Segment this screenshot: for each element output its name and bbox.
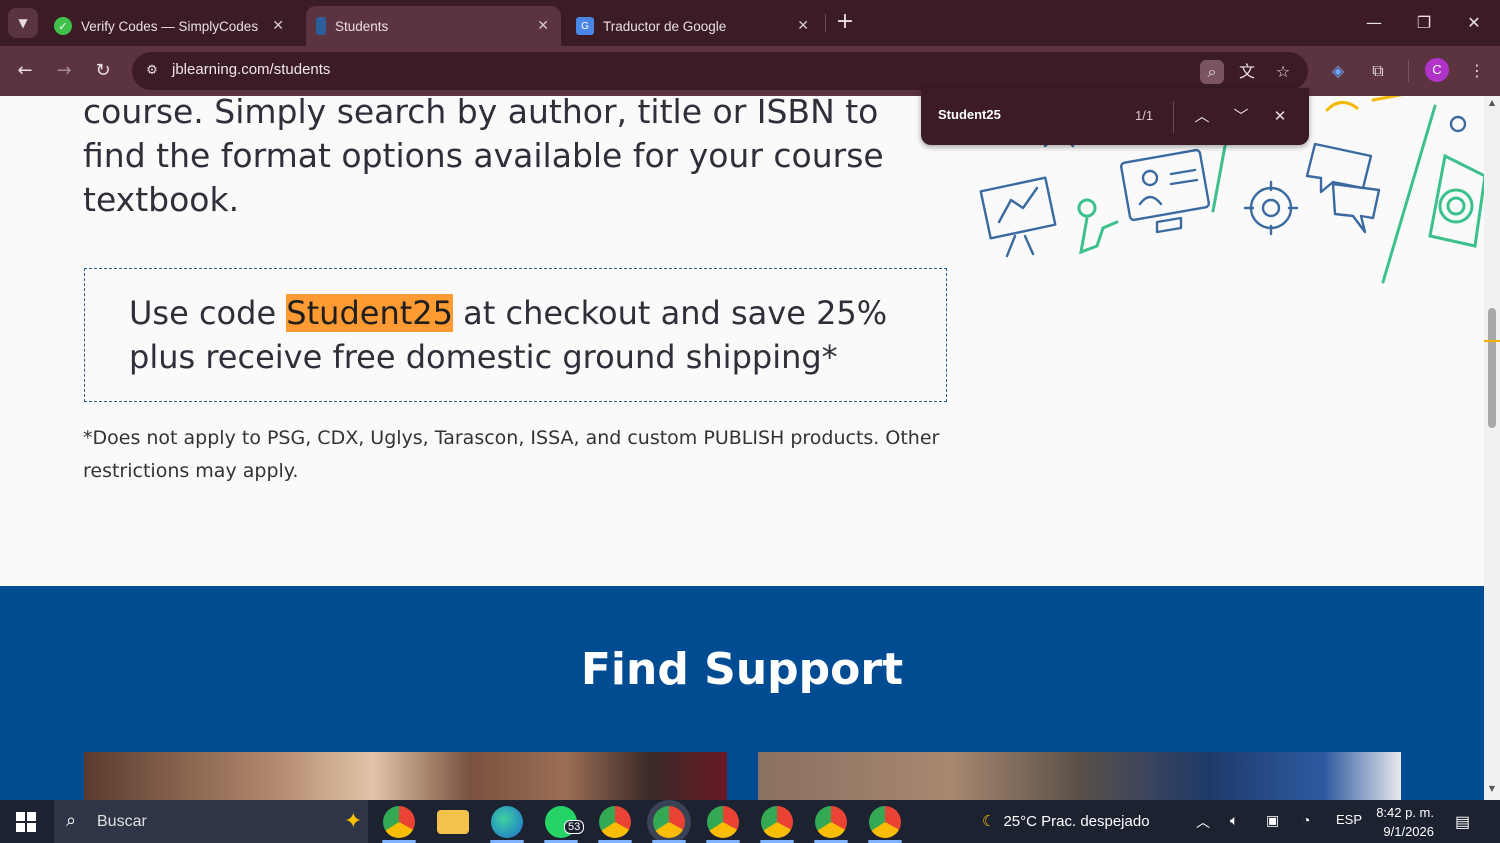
tab-separator xyxy=(825,14,826,32)
tab-google-translate[interactable]: G Traductor de Google ✕ xyxy=(566,6,821,46)
forward-arrow-icon[interactable]: → xyxy=(49,56,79,86)
promo-text: Use code Student25 at checkout and save … xyxy=(129,291,929,379)
close-window-icon[interactable]: ✕ xyxy=(1459,8,1489,38)
weather-text: 25°C Prac. despejado xyxy=(1003,813,1150,830)
find-match-count: 1/1 xyxy=(1135,108,1154,123)
system-clock[interactable]: 8:42 p. m. 9/1/2026 xyxy=(1372,803,1434,841)
menu-kebab-icon[interactable]: ⋮ xyxy=(1464,58,1490,84)
chrome-app-icon[interactable] xyxy=(383,806,415,838)
taskbar-search[interactable]: ⌕ Buscar ✦ xyxy=(54,800,368,843)
chevron-down-icon: ▼ xyxy=(18,16,28,30)
tab-students[interactable]: Students ✕ xyxy=(306,6,561,46)
promo-prefix: Use code xyxy=(129,294,287,332)
meet-now-icon[interactable]: ▣ xyxy=(1266,812,1279,829)
promo-code-box: Use code Student25 at checkout and save … xyxy=(84,268,947,402)
weather-widget[interactable]: ☾ 25°C Prac. despejado xyxy=(982,812,1150,830)
promo-code-highlight: Student25 xyxy=(286,294,453,332)
taskbar-search-placeholder: Buscar xyxy=(97,813,147,830)
notifications-icon[interactable]: ▤ xyxy=(1455,812,1470,832)
support-photo-person[interactable] xyxy=(758,752,1401,800)
scroll-down-arrow-icon[interactable]: ▼ xyxy=(1487,784,1497,793)
search-icon: ⌕ xyxy=(66,810,77,830)
tab-search-button[interactable]: ▼ xyxy=(8,8,38,38)
wifi-icon[interactable]: ◔ xyxy=(1302,812,1310,828)
page-content: course. Simply search by author, title o… xyxy=(0,96,1484,800)
file-explorer-icon[interactable] xyxy=(437,810,469,834)
profile-avatar[interactable]: C xyxy=(1425,58,1449,82)
volume-icon[interactable]: 🔈︎ xyxy=(1230,812,1238,829)
close-find-icon[interactable]: ✕ xyxy=(1268,104,1292,128)
clock-time: 8:42 p. m. xyxy=(1376,805,1434,820)
find-result-marker xyxy=(1484,340,1500,342)
tab-strip: ▼ ✓ Verify Codes — SimplyCodes ✕ Student… xyxy=(0,0,1500,46)
find-bar: Student25 1/1 ︿ ﹀ ✕ xyxy=(921,88,1309,145)
support-photo-students[interactable] xyxy=(84,752,727,800)
weather-moon-icon: ☾ xyxy=(982,813,996,830)
extensions-puzzle-icon[interactable]: ⧉ xyxy=(1365,58,1391,84)
page-scrollbar[interactable]: ▲ ▼ xyxy=(1484,96,1500,800)
close-tab-icon[interactable]: ✕ xyxy=(537,17,549,34)
chrome-profile-icon[interactable] xyxy=(761,806,793,838)
chrome-profile-active-icon[interactable] xyxy=(653,806,685,838)
show-hidden-icons-chevron-icon[interactable]: ︿ xyxy=(1196,812,1210,832)
bitwarden-shield-icon[interactable]: ◈ xyxy=(1325,58,1351,84)
whatsapp-unread-badge: 53 xyxy=(564,820,585,834)
restore-icon[interactable]: ❐ xyxy=(1409,8,1439,38)
tab-title: Traductor de Google xyxy=(603,18,727,34)
copilot-sparkle-icon: ✦ xyxy=(344,808,363,833)
simplycodes-favicon-icon: ✓ xyxy=(54,17,72,35)
reload-icon[interactable]: ↻ xyxy=(88,56,118,86)
site-info-icon[interactable]: ⚙ xyxy=(142,61,162,81)
url-text[interactable]: jblearning.com/students xyxy=(172,61,330,78)
toolbar-separator xyxy=(1408,60,1409,82)
section-title: Find Support xyxy=(580,644,904,695)
google-translate-favicon-icon: G xyxy=(576,17,594,35)
minimize-icon[interactable]: — xyxy=(1359,8,1389,38)
tab-verify-codes[interactable]: ✓ Verify Codes — SimplyCodes ✕ xyxy=(44,6,296,46)
tab-title: Students xyxy=(335,18,389,34)
chrome-profile-icon[interactable] xyxy=(599,806,631,838)
scroll-up-arrow-icon[interactable]: ▲ xyxy=(1487,98,1497,107)
intro-paragraph: course. Simply search by author, title o… xyxy=(83,96,884,219)
chrome-profile-icon[interactable] xyxy=(815,806,847,838)
chrome-profile-icon[interactable] xyxy=(869,806,901,838)
chrome-profile-icon[interactable] xyxy=(707,806,739,838)
windows-start-icon[interactable] xyxy=(16,812,36,832)
find-support-section: Find Support xyxy=(0,586,1484,800)
tab-title: Verify Codes — SimplyCodes xyxy=(81,18,259,34)
find-input[interactable]: Student25 xyxy=(938,107,1118,122)
language-indicator[interactable]: ESP xyxy=(1336,812,1362,827)
jblearning-favicon-icon xyxy=(316,17,326,35)
disclaimer-text: *Does not apply to PSG, CDX, Uglys, Tara… xyxy=(83,427,940,482)
chevron-down-icon[interactable]: ﹀ xyxy=(1229,104,1253,128)
find-separator xyxy=(1173,101,1174,133)
address-bar[interactable]: ⚙ jblearning.com/students ⌕ 文 ☆ xyxy=(132,52,1308,90)
translate-icon[interactable]: 文 xyxy=(1235,60,1259,84)
back-arrow-icon[interactable]: ← xyxy=(10,56,40,86)
scroll-thumb[interactable] xyxy=(1488,308,1496,428)
close-tab-icon[interactable]: ✕ xyxy=(797,17,809,34)
find-in-page-icon[interactable]: ⌕ xyxy=(1200,60,1224,84)
windows-taskbar: ⌕ Buscar ✦ 53 ☾ 25°C Prac. despejado ︿ 🔈︎… xyxy=(0,800,1500,843)
edge-app-icon[interactable] xyxy=(491,806,523,838)
close-tab-icon[interactable]: ✕ xyxy=(272,17,284,34)
new-tab-button[interactable]: + xyxy=(833,10,857,34)
chevron-up-icon[interactable]: ︿ xyxy=(1190,104,1214,128)
bookmark-star-icon[interactable]: ☆ xyxy=(1271,60,1295,84)
clock-date: 9/1/2026 xyxy=(1383,824,1434,839)
